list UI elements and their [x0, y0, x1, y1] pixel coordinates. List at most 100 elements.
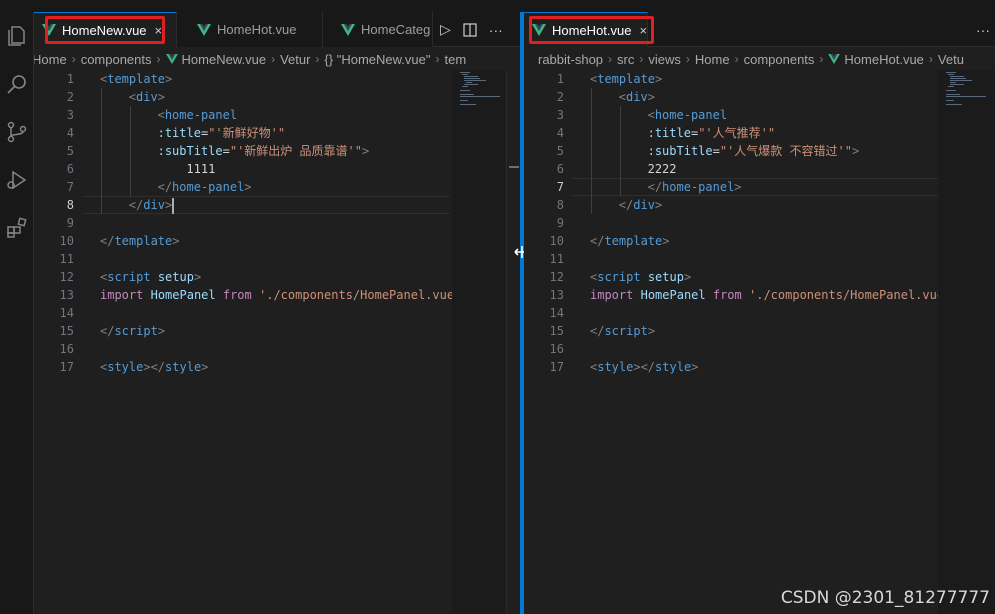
editor-actions: ▷ ···	[440, 12, 503, 47]
breadcrumb-item[interactable]: {} "HomeNew.vue"	[324, 52, 430, 67]
code-text: <style></style>	[590, 358, 698, 376]
run-icon[interactable]: ▷	[440, 21, 451, 38]
line-number: 13	[59, 288, 74, 302]
tab-homecategory[interactable]: HomeCateg	[323, 12, 433, 47]
breadcrumb-item[interactable]: Home	[695, 52, 730, 67]
code-line: 12 <script setup>	[34, 268, 450, 286]
code-token: >	[165, 72, 173, 86]
code-text: 1111	[186, 160, 215, 178]
code-text: </script>	[100, 322, 165, 340]
code-token: >	[647, 90, 655, 104]
code-token: >	[244, 180, 252, 194]
split-editor-icon[interactable]	[463, 22, 477, 37]
line-number: 4	[556, 126, 564, 140]
code-line: 5:subTitle="'人气爆款 不容错过'">	[524, 142, 938, 160]
code-line: 2 <div>	[34, 88, 450, 106]
vertical-scrollbar-left[interactable]	[506, 70, 520, 614]
code-line: 12 <script setup>	[524, 268, 938, 286]
code-token: >	[172, 234, 180, 248]
code-token: "'人气推荐'"	[698, 126, 776, 140]
breadcrumb-separator-icon: ›	[819, 52, 824, 66]
title-bar-strip	[0, 0, 995, 12]
line-number: 12	[549, 270, 564, 284]
code-line: 3 <home-panel	[524, 106, 938, 124]
tab-homehot[interactable]: HomeHot.vue	[177, 12, 323, 47]
code-token: "'新鲜好物'"	[208, 126, 286, 140]
code-token: home-panel	[172, 180, 245, 194]
code-token: home-panel	[164, 108, 238, 122]
breadcrumb-item[interactable]: HomeNew.vue	[182, 52, 267, 67]
breadcrumb-item[interactable]: components	[744, 52, 815, 67]
code-token: >	[683, 270, 692, 284]
code-token: setup	[157, 270, 194, 284]
minimap-right[interactable]	[938, 70, 995, 614]
code-token: script	[604, 324, 648, 338]
code-token: home-panel	[662, 180, 735, 194]
line-number: 6	[66, 162, 74, 176]
code-line: 7 </home-panel>	[34, 178, 450, 196]
vue-file-icon	[828, 54, 841, 64]
line-number: 4	[66, 126, 74, 140]
breadcrumb-item[interactable]: Vetu	[938, 52, 964, 67]
code-token: :subTitle	[157, 144, 223, 158]
code-line: 6 2222	[524, 160, 938, 178]
breadcrumb-item[interactable]: src	[617, 52, 634, 67]
code-text: :subTitle="'新鲜出炉 品质靠谱'">	[158, 142, 370, 160]
code-text: <home-panel	[648, 106, 727, 124]
breadcrumb-item[interactable]: components	[81, 52, 152, 67]
code-token: './components/HomePanel.vue	[749, 288, 945, 302]
line-number: 10	[59, 234, 74, 248]
code-token: script	[597, 270, 641, 284]
line-number: 11	[59, 252, 74, 266]
line-number: 17	[59, 360, 74, 374]
code-token: template	[604, 234, 663, 248]
code-line: 6 1111	[34, 160, 450, 178]
code-token: 2222	[647, 162, 677, 176]
explorer-icon[interactable]	[0, 16, 34, 56]
code-line: 15 </script>	[524, 322, 938, 340]
code-text: import HomePanel from './components/Home…	[590, 286, 944, 304]
code-text: import HomePanel from './components/Home…	[100, 286, 454, 304]
code-text: :title="'新鲜好物'"	[158, 124, 286, 142]
breadcrumb-separator-icon: ›	[608, 52, 613, 66]
code-token: template	[107, 72, 166, 86]
code-token: div	[136, 90, 158, 104]
search-icon[interactable]	[0, 64, 34, 104]
more-actions-icon[interactable]: ···	[976, 22, 990, 38]
breadcrumb-item[interactable]: tem	[445, 52, 467, 67]
code-token: </	[157, 180, 173, 194]
breadcrumb-item[interactable]: Vetur	[280, 52, 310, 67]
code-line: 8 </div>	[34, 196, 450, 214]
breadcrumb-item[interactable]: rabbit-shop	[538, 52, 603, 67]
activity-bar	[0, 12, 34, 614]
tab-label: HomeCateg	[361, 22, 431, 37]
code-line: 14	[34, 304, 450, 322]
code-line: 16	[34, 340, 450, 358]
line-number: 8	[66, 198, 74, 212]
breadcrumb-separator-icon: ›	[156, 52, 161, 66]
code-line: 5 :subTitle="'新鲜出炉 品质靠谱'">	[34, 142, 450, 160]
more-actions-icon[interactable]: ···	[489, 22, 503, 38]
breadcrumb-separator-icon: ›	[435, 52, 440, 66]
extensions-icon[interactable]	[0, 208, 34, 248]
minimap-left[interactable]	[452, 70, 506, 614]
breadcrumb-item[interactable]: views	[648, 52, 681, 67]
code-token: div	[633, 198, 655, 212]
run-debug-icon[interactable]	[0, 160, 34, 200]
line-number: 5	[66, 144, 74, 158]
code-token: :title	[647, 126, 691, 140]
breadcrumb-item[interactable]: HomeHot.vue	[844, 52, 923, 67]
source-control-icon[interactable]	[0, 112, 34, 152]
code-line: 11	[34, 250, 450, 268]
line-number: 2	[556, 90, 564, 104]
code-line: 17 <style></style>	[34, 358, 450, 376]
line-number: 11	[549, 252, 564, 266]
breadcrumb-item[interactable]: Home	[34, 52, 67, 67]
code-line: 9	[524, 214, 938, 232]
line-number: 3	[66, 108, 74, 122]
code-token: home-panel	[654, 108, 728, 122]
editor-group-right: HomeHot.vue × ··· rabbit-shop › src › views ›…	[524, 12, 995, 614]
